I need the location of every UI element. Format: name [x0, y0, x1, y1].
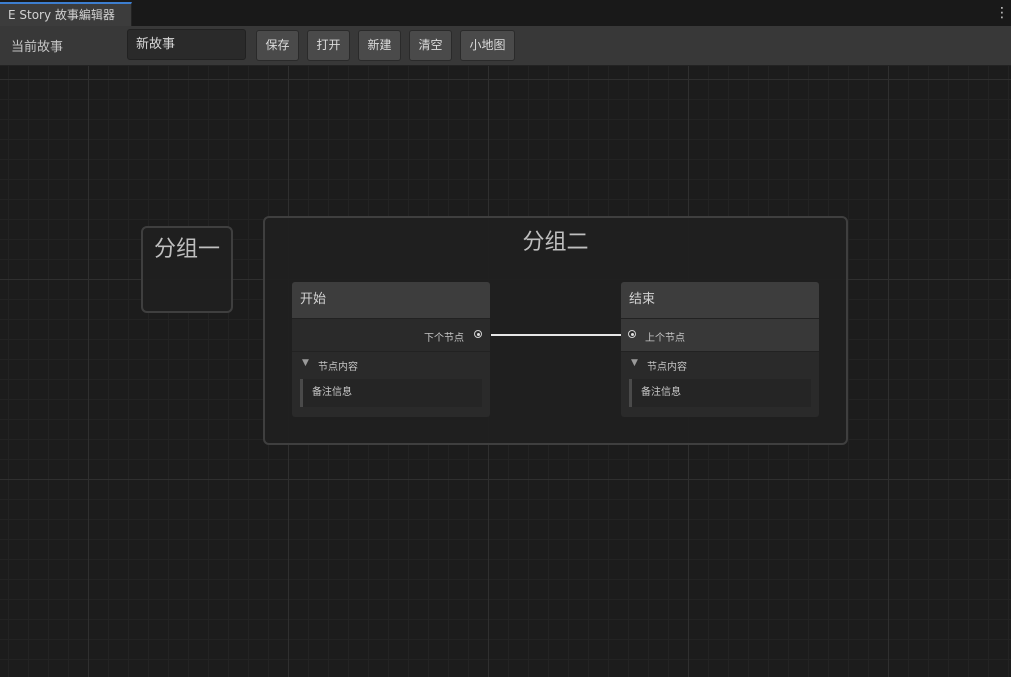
note-field[interactable]: 备注信息 — [629, 379, 811, 407]
port-label: 下个节点 — [424, 333, 464, 344]
note-field[interactable]: 备注信息 — [300, 379, 482, 407]
group-one[interactable]: 分组一 — [141, 226, 233, 313]
open-button[interactable]: 打开 — [307, 30, 350, 61]
start-node[interactable]: 开始 下个节点 ▼ 节点内容 备注信息 — [292, 282, 490, 417]
node-title[interactable]: 开始 — [292, 282, 490, 319]
minimap-button[interactable]: 小地图 — [460, 30, 515, 61]
clear-button[interactable]: 清空 — [409, 30, 452, 61]
current-story-label: 当前故事 — [11, 40, 64, 55]
story-name-field[interactable]: 新故事 — [127, 29, 246, 60]
new-button[interactable]: 新建 — [358, 30, 401, 61]
node-content-foldout[interactable]: ▼ 节点内容 — [292, 352, 490, 376]
triangle-down-icon[interactable]: ▼ — [631, 358, 638, 368]
vertical-ellipsis-icon[interactable]: ⋮ — [995, 4, 1009, 22]
group-title[interactable]: 分组一 — [143, 231, 231, 263]
foldout-label: 节点内容 — [647, 362, 687, 373]
node-title[interactable]: 结束 — [621, 282, 819, 319]
group-title[interactable]: 分组二 — [265, 224, 846, 256]
output-port[interactable]: 下个节点 — [292, 319, 490, 352]
triangle-down-icon[interactable]: ▼ — [302, 358, 309, 368]
save-button[interactable]: 保存 — [256, 30, 299, 61]
node-content-foldout[interactable]: ▼ 节点内容 — [621, 352, 819, 376]
port-connector-icon[interactable] — [474, 330, 482, 338]
tab-strip: E Story 故事編辑器 ⋮ — [0, 0, 1011, 26]
editor-tab[interactable]: E Story 故事編辑器 — [0, 2, 132, 26]
port-connector-icon[interactable] — [628, 330, 636, 338]
toolbar: 当前故事 新故事 保存 打开 新建 清空 小地图 — [0, 26, 1011, 66]
port-label: 上个节点 — [645, 333, 685, 344]
end-node[interactable]: 结束 上个节点 ▼ 节点内容 备注信息 — [621, 282, 819, 417]
foldout-label: 节点内容 — [318, 362, 358, 373]
graph-canvas[interactable]: 分组一 分组二 开始 下个节点 ▼ 节点内容 备注信息 结束 上个节点 ▼ 节点… — [0, 66, 1011, 677]
input-port[interactable]: 上个节点 — [621, 319, 819, 352]
